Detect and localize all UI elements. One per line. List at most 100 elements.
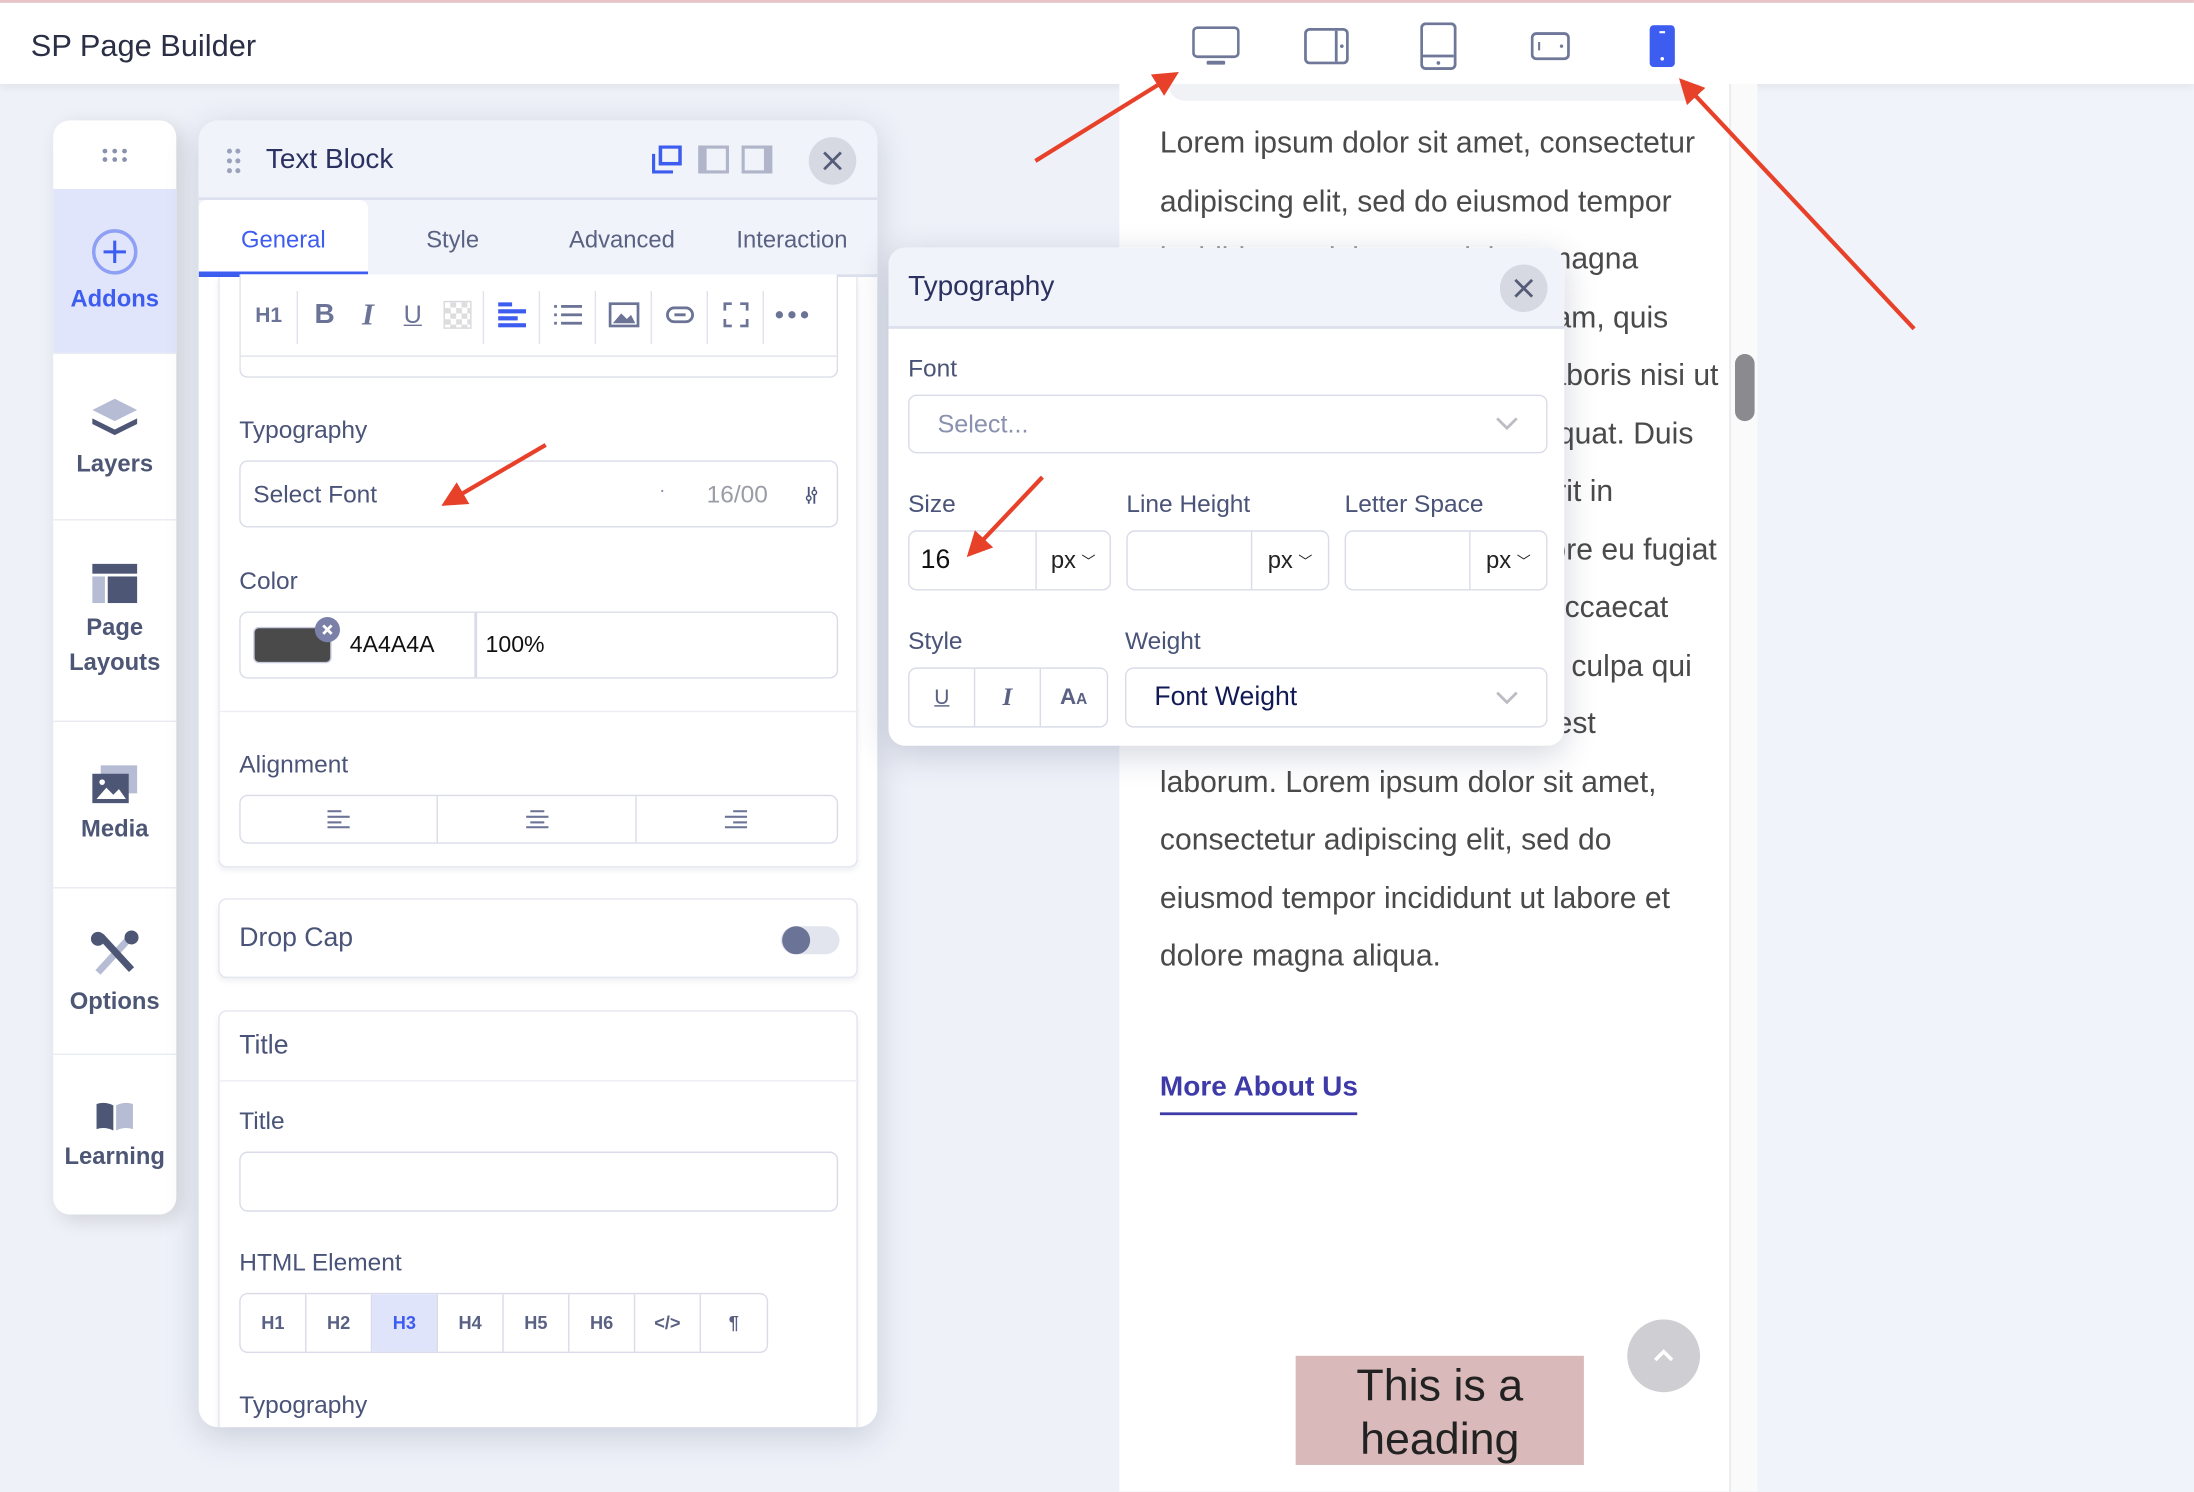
book-icon <box>96 1102 133 1131</box>
image-button[interactable] <box>603 294 645 336</box>
letter-space-input[interactable]: px ﹀ <box>1344 530 1548 591</box>
sidebar-item-page-layouts[interactable]: Page Layouts <box>53 521 177 722</box>
html-element-option[interactable]: ¶ <box>701 1294 767 1351</box>
alignment-label: Alignment <box>239 749 349 778</box>
scroll-to-top-button[interactable] <box>1627 1319 1701 1393</box>
letter-space-unit-select[interactable]: px ﹀ <box>1469 531 1546 590</box>
device-mobile-landscape-button[interactable] <box>1527 22 1575 70</box>
underline-button[interactable]: U <box>392 294 434 336</box>
align-center-option[interactable] <box>438 796 637 843</box>
html-element-option[interactable]: H2 <box>306 1294 373 1352</box>
align-left-option[interactable] <box>241 796 439 843</box>
scrollbar-track[interactable] <box>1729 83 1758 1492</box>
tab-advanced[interactable]: Advanced <box>537 200 706 277</box>
close-icon <box>322 624 333 635</box>
alignment-control <box>239 794 839 844</box>
mobile-portrait-icon <box>1649 25 1675 68</box>
title-input[interactable] <box>239 1151 839 1212</box>
dock-left-icon[interactable] <box>698 145 729 174</box>
italic-icon: I <box>361 296 374 332</box>
italic-style-button[interactable]: I <box>976 668 1041 727</box>
scrollbar-thumb[interactable] <box>1735 353 1755 422</box>
top-border <box>0 0 2194 3</box>
dock-right-icon[interactable] <box>741 145 773 174</box>
color-button[interactable] <box>437 294 479 336</box>
drop-cap-label: Drop Cap <box>239 923 354 953</box>
heading-button[interactable]: H1 <box>248 294 290 336</box>
typography-popup-header: Typography <box>888 247 1565 329</box>
chevron-down-icon <box>1496 691 1518 705</box>
sidebar: Addons Layers Page Layouts Media Options… <box>53 120 177 1215</box>
tab-general[interactable]: General <box>198 200 368 278</box>
size-label: Size <box>908 489 956 518</box>
html-element-option[interactable]: H5 <box>504 1294 570 1352</box>
sidebar-item-addons[interactable]: Addons <box>53 188 177 354</box>
sidebar-item-media[interactable]: Media <box>53 722 177 889</box>
color-opacity[interactable]: 100% <box>486 632 545 659</box>
typography-label: Typography <box>239 415 368 444</box>
html-element-option[interactable]: H4 <box>438 1294 504 1352</box>
more-button[interactable] <box>771 294 813 336</box>
uppercase-style-button[interactable]: AA <box>1041 669 1107 726</box>
html-element-option[interactable]: H1 <box>241 1294 307 1352</box>
align-right-option[interactable] <box>636 796 837 842</box>
link-icon <box>666 306 695 324</box>
line-height-unit-select[interactable]: px ﹀ <box>1250 531 1328 590</box>
sliders-icon[interactable] <box>805 486 819 506</box>
sidebar-item-layers[interactable]: Layers <box>53 354 177 521</box>
device-mobile-portrait-button[interactable] <box>1638 22 1686 70</box>
drop-cap-card: Drop Cap <box>218 898 858 979</box>
color-hex: 4A4A4A <box>349 632 435 658</box>
html-element-option[interactable]: </> <box>635 1294 701 1352</box>
typography-label-2: Typography <box>239 1390 368 1419</box>
font-select[interactable]: Select... <box>908 394 1548 454</box>
sidebar-drag-handle[interactable] <box>53 120 176 189</box>
tools-icon <box>90 930 139 975</box>
fullscreen-button[interactable] <box>715 294 757 336</box>
chevron-down-icon <box>1496 417 1518 431</box>
line-height-input[interactable]: px ﹀ <box>1126 530 1330 591</box>
html-element-option[interactable]: H3 <box>372 1294 438 1352</box>
more-icon <box>775 311 809 319</box>
html-element-option[interactable]: H6 <box>569 1294 636 1352</box>
link-button[interactable] <box>659 294 701 336</box>
tablet-portrait-icon <box>1420 22 1457 70</box>
drop-cap-toggle[interactable] <box>780 926 840 955</box>
device-desktop-button[interactable] <box>1192 22 1240 70</box>
drag-dots-icon <box>102 148 127 162</box>
sidebar-item-options[interactable]: Options <box>53 888 177 1055</box>
layout-icon <box>92 563 138 604</box>
layers-icon <box>92 398 138 436</box>
font-weight-select[interactable]: Font Weight <box>1124 667 1548 728</box>
device-tablet-portrait-button[interactable] <box>1415 22 1463 70</box>
align-left-icon <box>498 302 527 328</box>
align-left-button[interactable] <box>491 294 533 336</box>
close-icon <box>1514 278 1534 298</box>
sidebar-item-label: Addons <box>70 285 160 313</box>
letter-space-label: Letter Space <box>1344 489 1484 518</box>
size-unit-select[interactable]: px ﹀ <box>1035 531 1109 590</box>
app-title: SP Page Builder <box>30 27 257 63</box>
device-tablet-landscape-button[interactable] <box>1303 22 1351 70</box>
line-height-unit: px <box>1267 546 1293 573</box>
panel-close-button[interactable] <box>808 137 857 185</box>
tab-interaction[interactable]: Interaction <box>707 200 878 277</box>
bold-button[interactable]: B <box>304 294 346 336</box>
clear-color-button[interactable] <box>314 617 341 643</box>
size-input[interactable]: 16 px ﹀ <box>908 530 1111 591</box>
more-about-us-link[interactable]: More About Us <box>1159 1072 1358 1116</box>
typography-popup: Typography Font Select... Size Line Heig… <box>888 247 1565 746</box>
underline-style-button[interactable]: U <box>909 668 976 727</box>
list-button[interactable] <box>547 294 589 336</box>
float-layout-icon[interactable] <box>652 145 683 174</box>
html-element-label: HTML Element <box>239 1248 402 1277</box>
typography-close-button[interactable] <box>1499 264 1548 313</box>
tab-style[interactable]: Style <box>368 200 537 277</box>
size-unit: px <box>1050 546 1076 573</box>
color-field[interactable]: 4A4A4A 100% <box>239 611 839 679</box>
checker-icon <box>443 300 472 329</box>
drag-handle-icon[interactable] <box>226 147 241 175</box>
sidebar-item-learning[interactable]: Learning <box>53 1055 176 1215</box>
italic-button[interactable]: I <box>347 294 389 336</box>
typography-select[interactable]: Select Font · 16/00 <box>239 460 839 528</box>
